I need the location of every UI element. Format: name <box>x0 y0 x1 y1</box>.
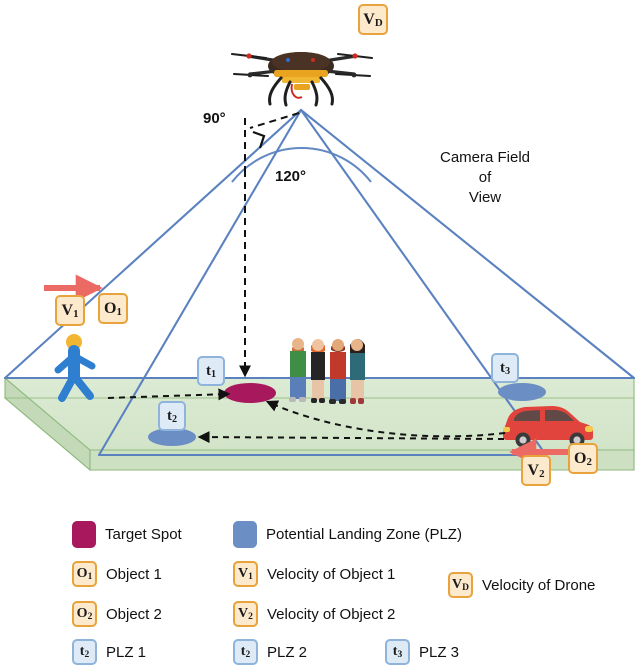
badge-object2-text: O2 <box>574 449 592 469</box>
plz-swatch <box>233 521 257 548</box>
legend-item-velocity-object1: V1 Velocity of Object 1 <box>233 561 395 587</box>
legend-label-velocity-object2: Velocity of Object 2 <box>267 605 396 623</box>
badge-object1: O1 <box>98 293 128 324</box>
legend-label-plz: Potential Landing Zone (PLZ) <box>266 526 462 543</box>
legend-label-object1: Object 1 <box>106 565 162 583</box>
legend-item-target-spot: Target Spot <box>72 521 182 548</box>
badge-zone-t3: t3 <box>491 353 519 383</box>
legend: Target Spot Potential Landing Zone (PLZ)… <box>0 505 640 668</box>
camera-fov-line-3: View <box>468 188 502 206</box>
angle-label-vertical: 90° <box>203 110 226 127</box>
angle-label-fov: 120° <box>275 168 307 185</box>
legend-badge-plz3: t3 <box>385 639 410 665</box>
legend-item-plz2: t2 PLZ 2 <box>233 639 307 665</box>
legend-item-plz: Potential Landing Zone (PLZ) <box>233 521 462 548</box>
legend-label-velocity-object1: Velocity of Object 1 <box>267 565 396 583</box>
badge-velocity-object1: V1 <box>55 295 85 326</box>
badge-velocity-object2-text: V2 <box>527 461 545 481</box>
legend-label-plz2: PLZ 2 <box>267 643 308 661</box>
legend-label-target-spot: Target Spot <box>105 526 182 543</box>
badge-drone-velocity: VD <box>358 4 388 35</box>
target-spot-swatch <box>72 521 96 548</box>
legend-label-velocity-drone: Velocity of Drone <box>482 576 596 594</box>
legend-item-object2: O2 Object 2 <box>72 601 162 627</box>
camera-fov-label: Camera Field of View <box>420 148 550 207</box>
drone-icon <box>230 52 374 107</box>
badge-zone-t1-text: t1 <box>205 362 217 381</box>
badge-zone-t2: t2 <box>158 401 186 431</box>
camera-fov-line-2: of <box>478 168 492 186</box>
badge-zone-t1: t1 <box>197 356 225 386</box>
badge-object1-text: O1 <box>104 299 122 319</box>
legend-item-velocity-object2: V2 Velocity of Object 2 <box>233 601 395 627</box>
legend-item-velocity-drone: VD Velocity of Drone <box>448 572 595 598</box>
badge-object2: O2 <box>568 443 598 474</box>
legend-badge-velocity-object1: V1 <box>233 561 258 587</box>
badge-zone-t2-text: t2 <box>166 407 178 426</box>
figure-canvas: VD V1 O1 V2 O2 t1 t2 t3 90° 120° Camera … <box>0 0 640 668</box>
legend-badge-object1: O1 <box>72 561 97 587</box>
legend-label-plz1: PLZ 1 <box>106 643 147 661</box>
badge-velocity-object2: V2 <box>521 455 551 486</box>
legend-badge-plz1: t2 <box>72 639 97 665</box>
legend-badge-plz2: t2 <box>233 639 258 665</box>
legend-item-object1: O1 Object 1 <box>72 561 162 587</box>
legend-item-plz3: t3 PLZ 3 <box>385 639 459 665</box>
legend-badge-velocity-drone: VD <box>448 572 473 598</box>
legend-label-object2: Object 2 <box>106 605 162 623</box>
legend-label-plz3: PLZ 3 <box>419 643 460 661</box>
target-spot-t1 <box>224 383 276 403</box>
legend-item-plz1: t2 PLZ 1 <box>72 639 146 665</box>
plz-ellipse-t3 <box>498 383 546 401</box>
badge-zone-t3-text: t3 <box>499 359 511 378</box>
badge-drone-velocity-text: VD <box>363 10 383 30</box>
legend-badge-velocity-object2: V2 <box>233 601 258 627</box>
badge-velocity-object1-text: V1 <box>61 301 79 321</box>
legend-badge-object2: O2 <box>72 601 97 627</box>
camera-fov-line-1: Camera Field <box>439 149 531 166</box>
